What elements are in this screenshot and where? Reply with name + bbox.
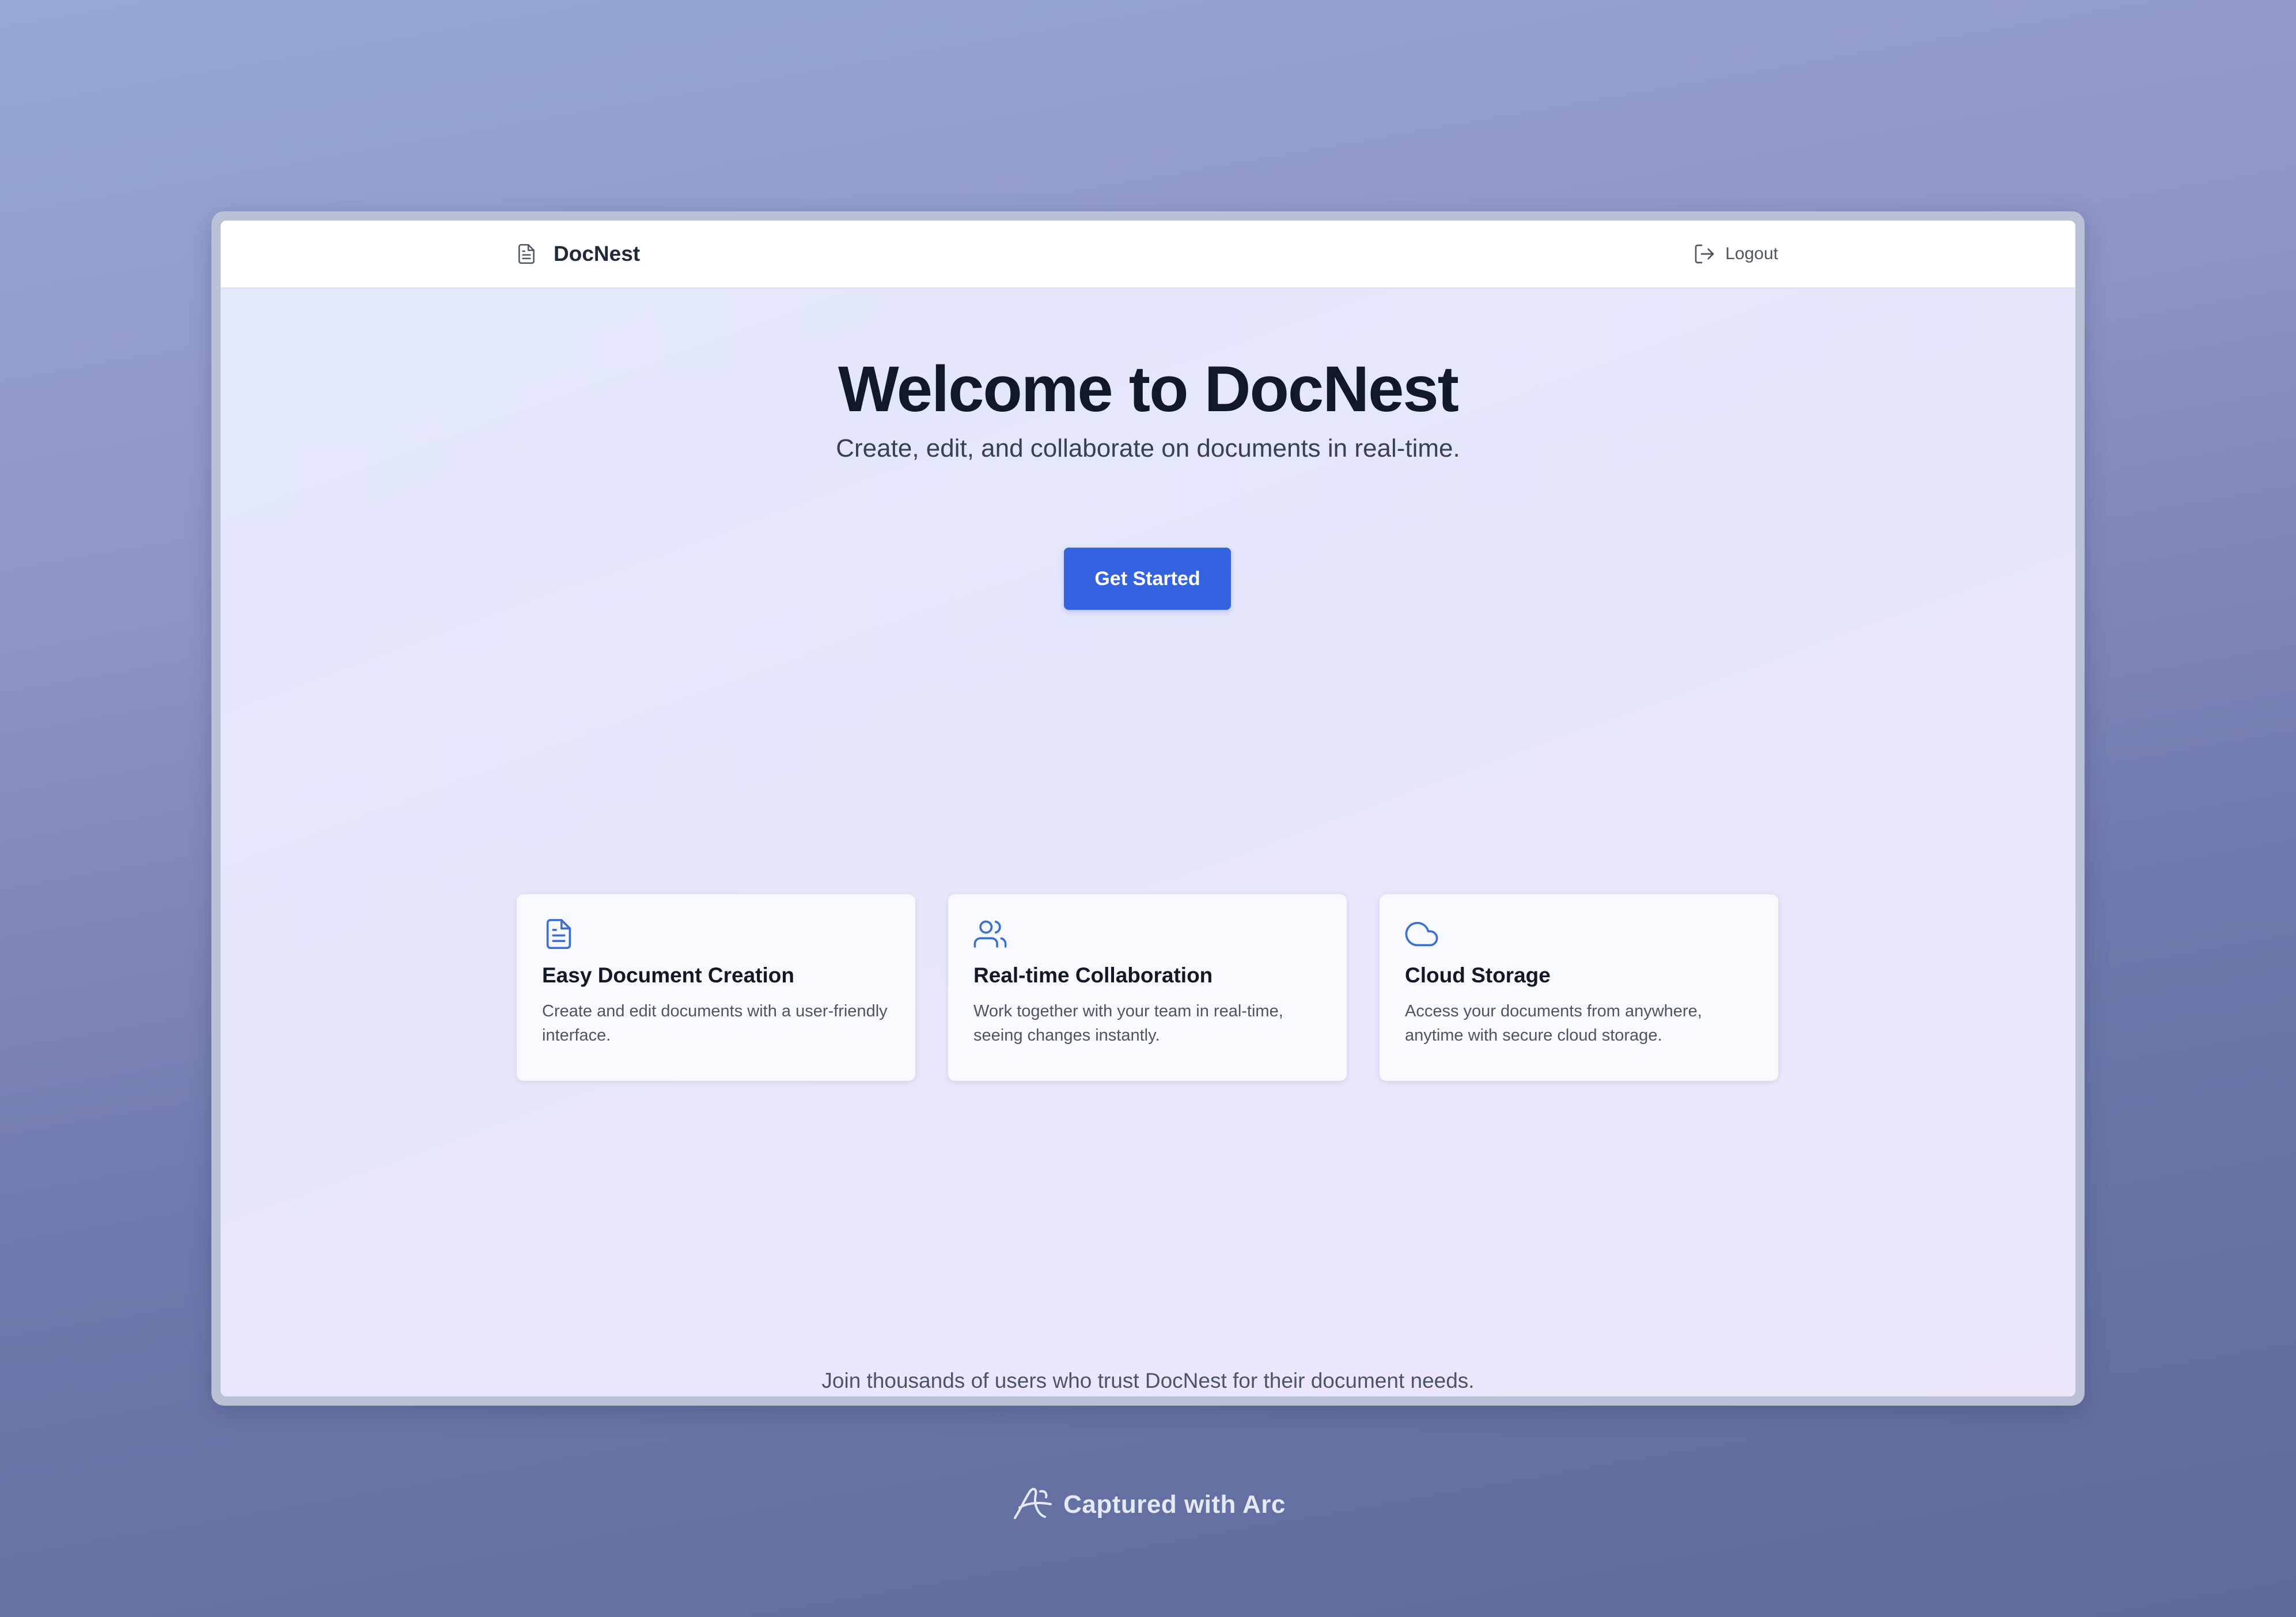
- get-started-button[interactable]: Get Started: [1064, 548, 1231, 610]
- feature-description: Work together with your team in real-tim…: [973, 1002, 1283, 1045]
- page-subtitle: Create, edit, and collaborate on documen…: [836, 434, 1460, 462]
- feature-title: Easy Document Creation: [542, 963, 794, 987]
- users-icon: [973, 917, 1321, 951]
- file-text-icon: [542, 917, 890, 951]
- brand-name: DocNest: [554, 242, 641, 265]
- file-text-icon: [516, 241, 537, 267]
- page-title: Welcome to DocNest: [838, 353, 1459, 425]
- log-out-icon: [1693, 242, 1716, 265]
- feature-card-collaboration: Real-time Collaboration Work together wi…: [948, 894, 1347, 1081]
- capture-watermark: Captured with Arc: [0, 1486, 2296, 1524]
- logout-button[interactable]: Logout: [1693, 221, 1778, 287]
- footer-tagline: Join thousands of users who trust DocNes…: [821, 1369, 1475, 1392]
- capture-label: Captured with Arc: [1063, 1490, 1286, 1519]
- brand[interactable]: DocNest: [516, 221, 640, 287]
- feature-title: Cloud Storage: [1405, 963, 1551, 987]
- feature-description: Create and edit documents with a user-fr…: [542, 1002, 888, 1045]
- feature-card-document-creation: Easy Document Creation Create and edit d…: [517, 894, 915, 1081]
- app-viewport: DocNest Logout Welcome to DocNest Create…: [221, 221, 2075, 1396]
- top-navbar: DocNest Logout: [221, 221, 2075, 287]
- feature-title: Real-time Collaboration: [973, 963, 1213, 987]
- arc-logo-icon: [1010, 1486, 1055, 1524]
- logout-label: Logout: [1725, 244, 1778, 263]
- feature-description: Access your documents from anywhere, any…: [1405, 1002, 1702, 1045]
- browser-window: DocNest Logout Welcome to DocNest Create…: [211, 211, 2085, 1406]
- cloud-icon: [1405, 917, 1753, 951]
- feature-card-cloud-storage: Cloud Storage Access your documents from…: [1380, 894, 1778, 1081]
